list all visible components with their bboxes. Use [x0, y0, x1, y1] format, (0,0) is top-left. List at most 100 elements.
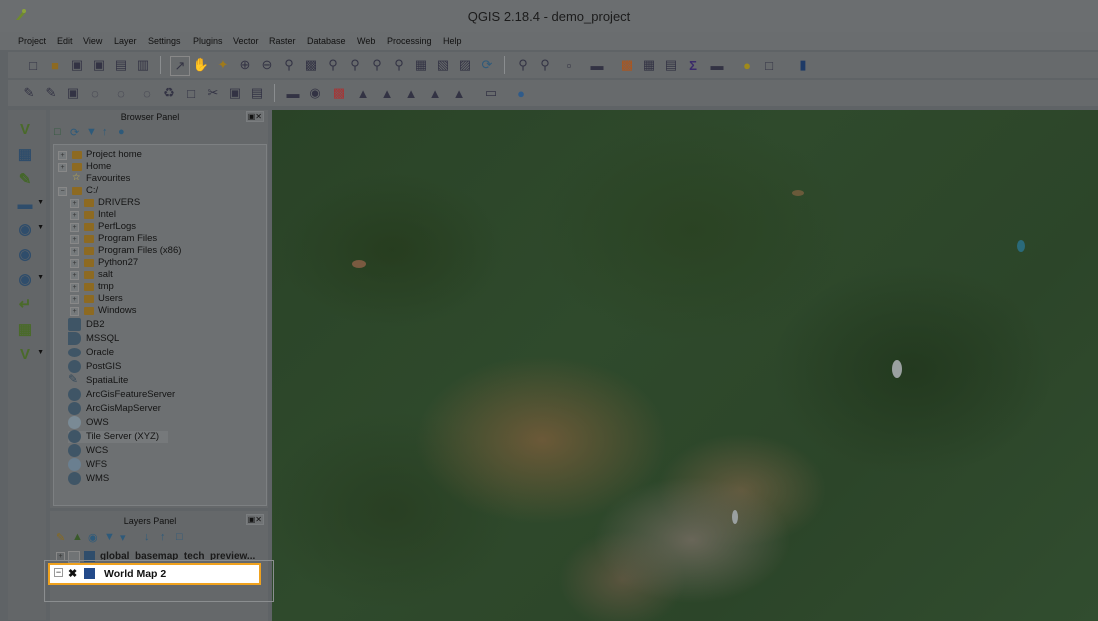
- collapse-icon[interactable]: −: [58, 187, 67, 196]
- expand-icon[interactable]: +: [70, 223, 79, 232]
- new-virtual-layer-icon[interactable]: V ▼: [14, 343, 44, 365]
- expand-icon[interactable]: +: [70, 235, 79, 244]
- add-feature-icon[interactable]: ◌: [86, 84, 104, 102]
- select-features-icon[interactable]: ⚲: [536, 56, 554, 74]
- layer-styling-icon[interactable]: ✎: [56, 531, 65, 544]
- collapse-all-icon[interactable]: ↑: [160, 531, 166, 543]
- add-wcs-layer-icon[interactable]: ◉: [14, 243, 36, 265]
- measure-icon[interactable]: ▬: [708, 56, 726, 74]
- open-attribute-table-icon[interactable]: ▩: [618, 56, 636, 74]
- menu-view[interactable]: View: [83, 36, 102, 46]
- show-hide-label-icon[interactable]: ▲: [378, 84, 396, 102]
- filter-icon[interactable]: ▼: [86, 126, 97, 138]
- add-spatialite-icon[interactable]: ▬ ▼: [14, 193, 45, 215]
- node-tool-icon[interactable]: ◌: [138, 84, 156, 102]
- menu-layer[interactable]: Layer: [114, 36, 137, 46]
- menu-web[interactable]: Web: [357, 36, 375, 46]
- paste-features-icon[interactable]: ▤: [248, 84, 266, 102]
- expand-icon[interactable]: +: [70, 247, 79, 256]
- refresh-icon[interactable]: ⟳: [478, 56, 496, 74]
- menu-raster[interactable]: Raster: [269, 36, 296, 46]
- rotate-label-icon[interactable]: ▲: [426, 84, 444, 102]
- highlight-label-icon[interactable]: ▩: [330, 84, 348, 102]
- menu-database[interactable]: Database: [307, 36, 346, 46]
- save-project-icon[interactable]: ▣: [68, 56, 86, 74]
- delete-icon[interactable]: □: [182, 84, 200, 102]
- pan-hand-icon[interactable]: ✋: [192, 56, 210, 74]
- menu-plugins[interactable]: Plugins: [193, 36, 223, 46]
- add-selected-layers-icon[interactable]: □: [54, 126, 61, 138]
- add-wms-layer-icon[interactable]: ◉ ▼: [14, 218, 44, 240]
- enable-properties-icon[interactable]: ●: [118, 126, 125, 138]
- menu-settings[interactable]: Settings: [148, 36, 181, 46]
- menu-processing[interactable]: Processing: [387, 36, 432, 46]
- move-feature-icon[interactable]: ◌: [112, 84, 130, 102]
- expand-icon[interactable]: +: [70, 259, 79, 268]
- expand-icon[interactable]: +: [70, 283, 79, 292]
- show-bookmarks-icon[interactable]: ▨: [456, 56, 474, 74]
- manage-map-themes-icon[interactable]: ◉: [88, 531, 98, 544]
- composer-manager-icon[interactable]: ▥: [134, 56, 152, 74]
- layer-labeling-icon[interactable]: ◉: [306, 84, 324, 102]
- zoom-last-icon[interactable]: ⚲: [368, 56, 386, 74]
- add-raster-layer-icon[interactable]: ▦: [14, 143, 36, 165]
- tree-item-tile-server[interactable]: Tile Server (XYZ): [68, 430, 168, 443]
- collapse-all-icon[interactable]: ↑: [102, 126, 108, 138]
- zoom-native-icon[interactable]: ⚲: [280, 56, 298, 74]
- text-annotation-icon[interactable]: □: [760, 56, 778, 74]
- layer-visibility-checkbox[interactable]: ✖: [68, 567, 77, 580]
- field-calculator-icon[interactable]: ▦: [640, 56, 658, 74]
- map-tips-icon[interactable]: ●: [738, 56, 756, 74]
- save-edits-icon[interactable]: ▣: [64, 84, 82, 102]
- map-canvas[interactable]: [272, 110, 1098, 621]
- open-project-icon[interactable]: ■: [46, 56, 64, 74]
- new-shapefile-icon[interactable]: ↵: [14, 293, 36, 315]
- zoom-full-icon[interactable]: ▩: [302, 56, 320, 74]
- refresh-icon[interactable]: ⟳: [70, 126, 79, 139]
- expand-icon[interactable]: +: [58, 151, 67, 160]
- pin-label-icon[interactable]: ▲: [354, 84, 372, 102]
- new-project-icon[interactable]: □: [24, 56, 42, 74]
- expand-icon[interactable]: +: [70, 307, 79, 316]
- expand-icon[interactable]: +: [70, 211, 79, 220]
- expand-icon[interactable]: +: [70, 295, 79, 304]
- change-label-icon[interactable]: ▲: [450, 84, 468, 102]
- zoom-next-icon[interactable]: ⚲: [390, 56, 408, 74]
- python-console-icon[interactable]: ●: [512, 84, 530, 102]
- current-edits-icon[interactable]: ✎: [20, 84, 38, 102]
- copy-features-icon[interactable]: ▣: [226, 84, 244, 102]
- menu-vector[interactable]: Vector: [233, 36, 259, 46]
- pan-to-selection-icon[interactable]: ✦: [214, 56, 232, 74]
- cut-features-icon[interactable]: ✂: [204, 84, 222, 102]
- menu-help[interactable]: Help: [443, 36, 462, 46]
- zoom-to-selection-icon[interactable]: ⚲: [324, 56, 342, 74]
- zoom-to-layer-icon[interactable]: ⚲: [346, 56, 364, 74]
- new-spatialite-layer-icon[interactable]: ▦: [14, 318, 36, 340]
- touch-zoom-icon[interactable]: ↗: [170, 56, 190, 76]
- expand-icon[interactable]: +: [70, 271, 79, 280]
- add-delimited-text-icon[interactable]: ✎: [14, 168, 36, 190]
- delete-selected-icon[interactable]: ♻: [160, 84, 178, 102]
- add-group-icon[interactable]: ▲: [72, 531, 83, 543]
- statistical-summary-icon[interactable]: ▤: [662, 56, 680, 74]
- deselect-icon[interactable]: ▬: [588, 56, 606, 74]
- remove-layer-icon[interactable]: □: [176, 531, 183, 543]
- save-as-icon[interactable]: ▣: [90, 56, 108, 74]
- panel-float-close-icon[interactable]: ▣✕: [245, 514, 264, 525]
- layer-row-world-map-2[interactable]: − ✖ World Map 2: [48, 563, 261, 585]
- select-by-value-icon[interactable]: ▫: [560, 56, 578, 74]
- csw-icon[interactable]: ▭: [482, 84, 500, 102]
- expand-icon[interactable]: +: [58, 163, 67, 172]
- add-wfs-layer-icon[interactable]: ◉ ▼: [14, 268, 44, 290]
- panel-float-close-icon[interactable]: ▣✕: [245, 111, 264, 122]
- move-label-icon[interactable]: ▲: [402, 84, 420, 102]
- filter-by-expression-icon[interactable]: ▾: [120, 531, 126, 544]
- expand-icon[interactable]: +: [70, 199, 79, 208]
- label-icon[interactable]: ▬: [284, 84, 302, 102]
- new-print-composer-icon[interactable]: ▤: [112, 56, 130, 74]
- add-vector-layer-icon[interactable]: V: [14, 118, 36, 140]
- filter-legend-icon[interactable]: ▼: [104, 531, 115, 543]
- zoom-out-icon[interactable]: ⊖: [258, 56, 276, 74]
- zoom-in-icon[interactable]: ⊕: [236, 56, 254, 74]
- new-map-view-icon[interactable]: ▦: [412, 56, 430, 74]
